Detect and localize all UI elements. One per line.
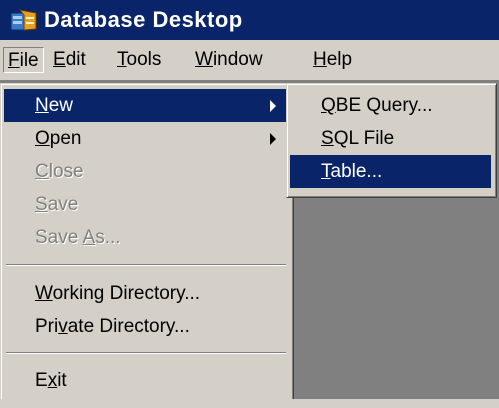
- menu-item-new-label: ew: [48, 95, 74, 116]
- menu-item-save-label: ave: [47, 194, 79, 215]
- submenu-item-qbe-query-mnemonic: Q: [321, 95, 336, 116]
- menu-item-open-mnemonic: O: [35, 128, 50, 149]
- menu-bar: File Edit Tools Window Help: [0, 40, 499, 80]
- menu-item-save-as: Save As...: [4, 221, 288, 254]
- menu-edit-label: dit: [65, 49, 86, 70]
- menu-item-private-directory-mnemonic: v: [58, 316, 68, 337]
- submenu-item-sql-file[interactable]: SQL File: [290, 122, 491, 155]
- submenu-item-table-label: able...: [330, 161, 383, 182]
- menu-item-private-directory[interactable]: Private Directory...: [4, 310, 288, 343]
- menu-item-save-as-pre: Save: [35, 227, 83, 248]
- menu-item-private-directory-pre: Pri: [35, 316, 59, 337]
- menu-item-working-directory-label: orking Directory...: [52, 283, 201, 304]
- menu-item-close-mnemonic: C: [35, 161, 49, 182]
- window-bottom-edge: [0, 399, 499, 408]
- menu-item-open-label: pen: [49, 128, 82, 149]
- menu-window[interactable]: Window: [195, 49, 263, 71]
- menu-help[interactable]: Help: [313, 49, 352, 71]
- window-title: Database Desktop: [44, 7, 243, 32]
- title-bar[interactable]: Database Desktop: [0, 0, 499, 40]
- menu-edit[interactable]: Edit: [53, 49, 86, 71]
- submenu-item-qbe-query-label: BE Query...: [335, 95, 433, 116]
- menu-item-save-mnemonic: S: [35, 194, 48, 215]
- menu-item-save-as-mnemonic: A: [82, 227, 96, 248]
- menu-window-mnemonic: W: [195, 49, 213, 70]
- menu-item-new[interactable]: New: [4, 89, 288, 122]
- menu-separator: [6, 264, 286, 266]
- database-desktop-icon: [10, 9, 37, 31]
- menu-tools-label: ools: [126, 49, 162, 70]
- submenu-item-sql-file-mnemonic: S: [321, 128, 334, 149]
- menu-item-exit[interactable]: Exit: [4, 364, 288, 397]
- submenu-arrow-icon: [270, 100, 276, 112]
- menu-file[interactable]: File: [3, 47, 44, 73]
- menu-item-exit-mnemonic: x: [47, 370, 58, 391]
- menu-help-label: elp: [326, 49, 353, 70]
- menu-item-exit-label: it: [57, 370, 67, 391]
- submenu-item-table[interactable]: Table...: [290, 155, 491, 188]
- menu-tools-mnemonic: T: [117, 49, 127, 70]
- menu-file-label: ile: [19, 50, 39, 71]
- menu-item-save: Save: [4, 188, 288, 221]
- menu-item-open[interactable]: Open: [4, 122, 288, 155]
- menu-item-working-directory-mnemonic: W: [35, 283, 53, 304]
- menu-file-mnemonic: F: [8, 50, 20, 71]
- menu-item-save-as-label: s...: [95, 227, 121, 248]
- menu-help-mnemonic: H: [313, 49, 327, 70]
- new-submenu: QBE Query... SQL File Table...: [286, 83, 497, 198]
- menu-window-label: indow: [212, 49, 263, 70]
- menu-item-exit-pre: E: [35, 370, 48, 391]
- menu-item-working-directory[interactable]: Working Directory...: [4, 277, 288, 310]
- menu-item-new-mnemonic: N: [35, 95, 49, 116]
- submenu-arrow-icon: [270, 133, 276, 145]
- submenu-item-qbe-query[interactable]: QBE Query...: [290, 89, 491, 122]
- submenu-item-table-mnemonic: T: [321, 161, 331, 182]
- menu-separator: [6, 352, 286, 354]
- menu-item-private-directory-label: ate Directory...: [67, 316, 190, 337]
- file-menu: New Open Close Save Save As... Working D…: [0, 83, 294, 401]
- submenu-item-sql-file-label: QL File: [333, 128, 395, 149]
- menu-item-close: Close: [4, 155, 288, 188]
- menu-item-close-label: lose: [48, 161, 84, 182]
- menu-tools[interactable]: Tools: [117, 49, 161, 71]
- menu-edit-mnemonic: E: [53, 49, 66, 70]
